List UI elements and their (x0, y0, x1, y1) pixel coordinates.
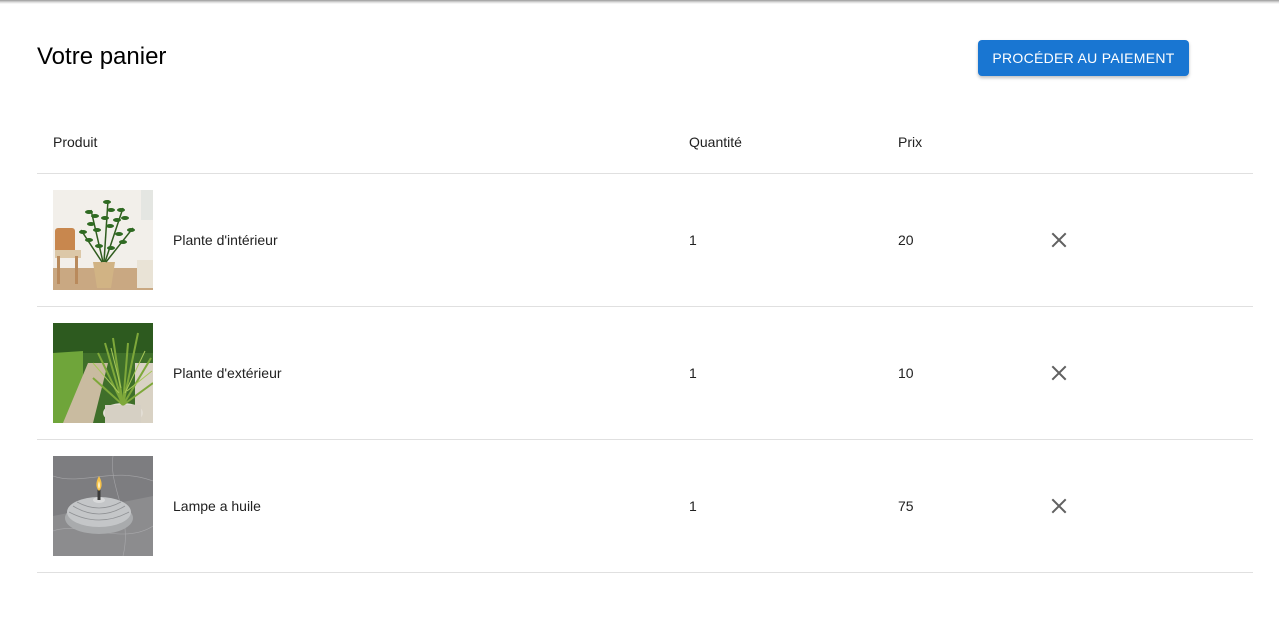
product-cell: Lampe a huile (37, 439, 673, 573)
column-header-product: Produit (37, 110, 673, 174)
remove-cell (1027, 306, 1253, 440)
table-row: Plante d'intérieur 1 20 (37, 173, 1253, 307)
quantity-cell: 1 (673, 306, 882, 440)
outdoor-plant-image (53, 323, 153, 423)
checkout-button[interactable]: PROCÉDER AU PAIEMENT (978, 40, 1189, 76)
product-cell: Plante d'extérieur (37, 306, 673, 440)
product-cell: Plante d'intérieur (37, 173, 673, 307)
remove-cell (1027, 439, 1253, 573)
quantity-cell: 1 (673, 439, 882, 573)
remove-cell (1027, 173, 1253, 307)
table-row: Plante d'extérieur 1 10 (37, 306, 1253, 440)
product-name: Plante d'extérieur (173, 365, 282, 381)
cart-page: Votre panier PROCÉDER AU PAIEMENT Produi… (37, 0, 1253, 573)
column-header-quantity: Quantité (673, 110, 882, 174)
price-cell: 10 (882, 306, 1027, 440)
quantity-cell: 1 (673, 173, 882, 307)
price-cell: 75 (882, 439, 1027, 573)
product-name: Plante d'intérieur (173, 232, 278, 248)
product-name: Lampe a huile (173, 498, 261, 514)
oil-lamp-image (53, 456, 153, 556)
price-cell: 20 (882, 173, 1027, 307)
table-header-row: Produit Quantité Prix (37, 110, 1253, 174)
column-header-price: Prix (882, 110, 1027, 174)
cart-header: Votre panier PROCÉDER AU PAIEMENT (37, 0, 1189, 110)
table-row: Lampe a huile 1 75 (37, 439, 1253, 573)
cart-table: Produit Quantité Prix Plante d'intérieur… (37, 110, 1253, 573)
close-icon[interactable] (1049, 363, 1069, 383)
page-title: Votre panier (37, 43, 167, 70)
close-icon[interactable] (1049, 230, 1069, 250)
column-header-remove (1027, 110, 1253, 174)
indoor-plant-image (53, 190, 153, 290)
close-icon[interactable] (1049, 496, 1069, 516)
